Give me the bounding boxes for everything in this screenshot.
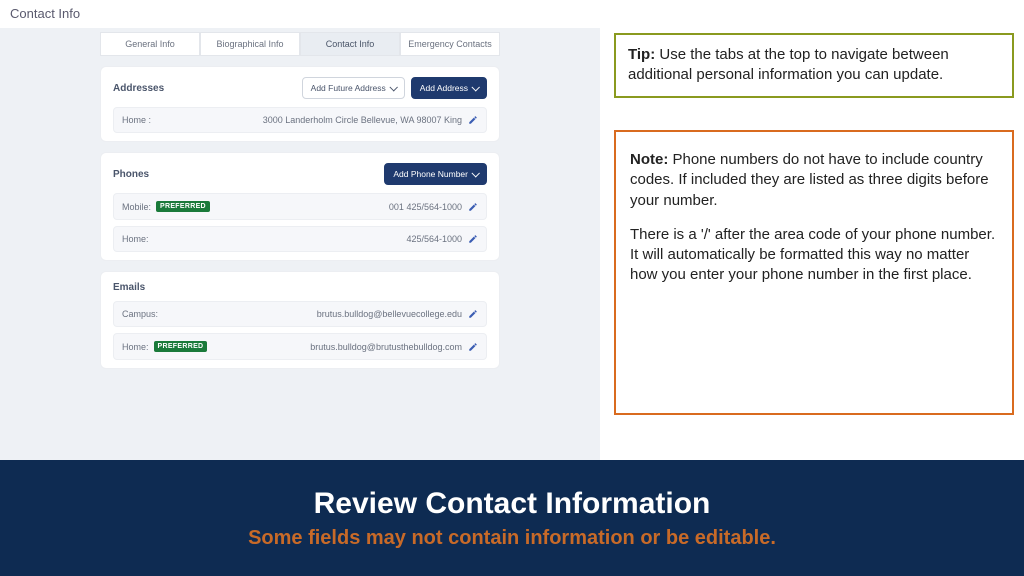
chevron-down-icon xyxy=(471,169,479,177)
email-value: brutus.bulldog@brutusthebulldog.com xyxy=(310,342,462,352)
tip-callout: Tip: Use the tabs at the top to navigate… xyxy=(614,33,1014,98)
phones-title: Phones xyxy=(113,169,149,180)
note-paragraph-1: Phone numbers do not have to include cou… xyxy=(630,151,989,209)
add-address-label: Add Address xyxy=(420,83,468,93)
edit-icon[interactable] xyxy=(468,115,478,125)
emails-title: Emails xyxy=(113,282,145,293)
tab-biographical-info[interactable]: Biographical Info xyxy=(200,32,300,56)
bottom-banner: Review Contact Information Some fields m… xyxy=(0,460,1024,576)
emails-panel: Emails Campus: brutus.bulldog@bellevueco… xyxy=(100,271,500,369)
tip-label: Tip: xyxy=(628,46,655,63)
banner-subtitle: Some fields may not contain information … xyxy=(0,527,1024,550)
tab-row: General Info Biographical Info Contact I… xyxy=(100,32,500,56)
edit-icon[interactable] xyxy=(468,234,478,244)
note-paragraph-2: There is a '/' after the area code of yo… xyxy=(630,225,998,286)
preferred-badge: PREFERRED xyxy=(156,201,210,212)
phone-type-label: Mobile: xyxy=(122,202,151,212)
tab-emergency-contacts[interactable]: Emergency Contacts xyxy=(400,32,500,56)
phone-type-label: Home: xyxy=(122,234,149,244)
note-callout: Note: Phone numbers do not have to inclu… xyxy=(614,130,1014,415)
address-value: 3000 Landerholm Circle Bellevue, WA 9800… xyxy=(263,115,462,125)
note-label: Note: xyxy=(630,151,668,168)
email-row: Home: PREFERRED brutus.bulldog@brutusthe… xyxy=(113,333,487,360)
app-area: General Info Biographical Info Contact I… xyxy=(0,28,600,460)
add-phone-label: Add Phone Number xyxy=(393,169,468,179)
banner-title: Review Contact Information xyxy=(0,487,1024,521)
email-type-label: Campus: xyxy=(122,309,158,319)
edit-icon[interactable] xyxy=(468,309,478,319)
email-row: Campus: brutus.bulldog@bellevuecollege.e… xyxy=(113,301,487,327)
email-value: brutus.bulldog@bellevuecollege.edu xyxy=(317,309,462,319)
addresses-panel: Addresses Add Future Address Add Address… xyxy=(100,66,500,142)
preferred-badge: PREFERRED xyxy=(154,341,208,352)
edit-icon[interactable] xyxy=(468,202,478,212)
phone-row: Home: 425/564-1000 xyxy=(113,226,487,252)
chevron-down-icon xyxy=(471,83,479,91)
address-type-label: Home : xyxy=(122,115,151,125)
phones-panel: Phones Add Phone Number Mobile: PREFERRE… xyxy=(100,152,500,261)
address-row: Home : 3000 Landerholm Circle Bellevue, … xyxy=(113,107,487,133)
edit-icon[interactable] xyxy=(468,342,478,352)
add-future-address-label: Add Future Address xyxy=(311,83,386,93)
add-phone-button[interactable]: Add Phone Number xyxy=(384,163,487,185)
add-address-button[interactable]: Add Address xyxy=(411,77,487,99)
email-type-label: Home: xyxy=(122,342,149,352)
phone-value: 001 425/564-1000 xyxy=(389,202,462,212)
add-future-address-button[interactable]: Add Future Address xyxy=(302,77,405,99)
phone-row: Mobile: PREFERRED 001 425/564-1000 xyxy=(113,193,487,220)
tab-contact-info[interactable]: Contact Info xyxy=(300,32,400,56)
tip-text: Use the tabs at the top to navigate betw… xyxy=(628,46,949,83)
phone-value: 425/564-1000 xyxy=(406,234,462,244)
tab-general-info[interactable]: General Info xyxy=(100,32,200,56)
page-title: Contact Info xyxy=(10,6,80,21)
addresses-title: Addresses xyxy=(113,83,164,94)
chevron-down-icon xyxy=(389,83,397,91)
